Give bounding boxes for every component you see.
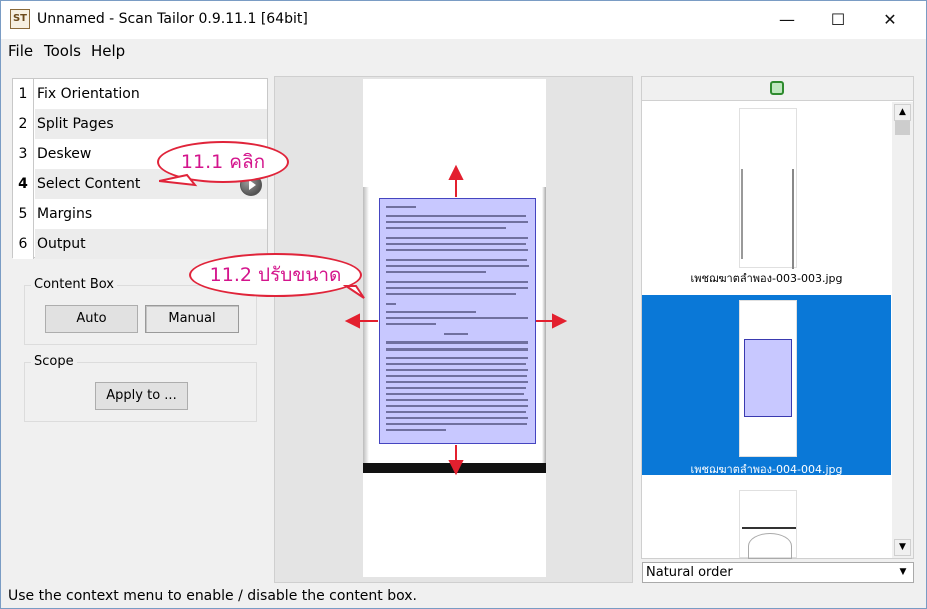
scope-title: Scope (31, 354, 77, 369)
thumbnail-item-selected[interactable]: เพชฌฆาตลำพอง-004-004.jpg (642, 295, 891, 476)
menu-tools[interactable]: Tools (44, 42, 81, 60)
stage-label: Split Pages (37, 116, 114, 132)
thumbnail-image (739, 108, 797, 269)
menu-file[interactable]: File (8, 42, 33, 60)
thumbnail-image (739, 490, 797, 559)
thumbnail-item[interactable]: เพชฌฆาตลำพอง-003-003.jpg (642, 103, 891, 293)
thumbnail-item[interactable] (642, 477, 891, 559)
scroll-up-icon[interactable]: ▲ (894, 104, 911, 121)
app-icon: ST (10, 9, 30, 29)
stage-label: Output (37, 236, 86, 252)
stage-number: 6 (13, 229, 34, 259)
stage-split-pages[interactable]: 2 Split Pages (13, 109, 267, 139)
title-bar[interactable]: ST Unnamed - Scan Tailor 0.9.11.1 [64bit… (1, 1, 926, 39)
add-page-icon[interactable] (770, 81, 784, 95)
stage-margins[interactable]: 5 Margins (13, 199, 267, 229)
annotation-resize: 11.2 ปรับขนาด (189, 253, 362, 297)
callout-pointer (342, 285, 365, 299)
maximize-button[interactable]: ☐ (815, 1, 861, 39)
stage-label: Select Content (37, 176, 141, 192)
thumbnail-filename: เพชฌฆาตลำพอง-004-004.jpg (690, 463, 843, 476)
content-box-group: Content Box Auto Manual (24, 277, 257, 345)
scroll-down-icon[interactable]: ▼ (894, 539, 911, 556)
stage-fix-orientation[interactable]: 1 Fix Orientation (13, 79, 267, 109)
thumbnail-image (739, 300, 797, 457)
chevron-down-icon: ▼ (899, 567, 907, 577)
arrow-bottom-icon (448, 445, 464, 476)
apply-to-button[interactable]: Apply to ... (95, 382, 188, 410)
callout-pointer (159, 173, 198, 187)
arrow-top-icon (448, 164, 464, 197)
app-window: ST Unnamed - Scan Tailor 0.9.11.1 [64bit… (0, 0, 927, 609)
menu-help[interactable]: Help (91, 42, 125, 60)
thumbnail-header (642, 77, 913, 101)
auto-button[interactable]: Auto (45, 305, 138, 333)
stage-label: Deskew (37, 146, 92, 162)
stage-label: Fix Orientation (37, 86, 140, 102)
scope-group: Scope Apply to ... (24, 354, 257, 422)
sort-order-value: Natural order (646, 565, 733, 580)
stage-number: 1 (13, 79, 34, 109)
arrow-left-icon (344, 313, 378, 329)
scroll-thumb[interactable] (895, 121, 910, 135)
stage-number: 3 (13, 139, 34, 169)
arrow-right-icon (536, 313, 568, 329)
stage-number: 5 (13, 199, 34, 229)
status-bar: Use the context menu to enable / disable… (8, 588, 417, 604)
menu-bar: File Tools Help (1, 39, 926, 63)
minimize-button[interactable]: — (764, 1, 810, 39)
stage-label: Margins (37, 206, 93, 222)
sort-order-select[interactable]: Natural order ▼ (642, 562, 914, 583)
image-view[interactable] (274, 76, 633, 583)
thumbnail-filename: เพชฌฆาตลำพอง-003-003.jpg (690, 272, 843, 285)
resize-arrows-overlay (344, 164, 568, 476)
manual-button[interactable]: Manual (145, 305, 239, 333)
content-box-title: Content Box (31, 277, 117, 292)
stage-number: 2 (13, 109, 34, 139)
thumbnail-scrollbar[interactable]: ▲ ▼ (892, 102, 913, 558)
stage-number: 4 (13, 169, 34, 199)
close-button[interactable]: ✕ (867, 1, 913, 39)
stage-output[interactable]: 6 Output (13, 229, 267, 259)
window-title: Unnamed - Scan Tailor 0.9.11.1 [64bit] (37, 11, 308, 27)
thumbnail-panel[interactable]: เพชฌฆาตลำพอง-003-003.jpg เพชฌฆาตลำพอง-00… (641, 76, 914, 559)
